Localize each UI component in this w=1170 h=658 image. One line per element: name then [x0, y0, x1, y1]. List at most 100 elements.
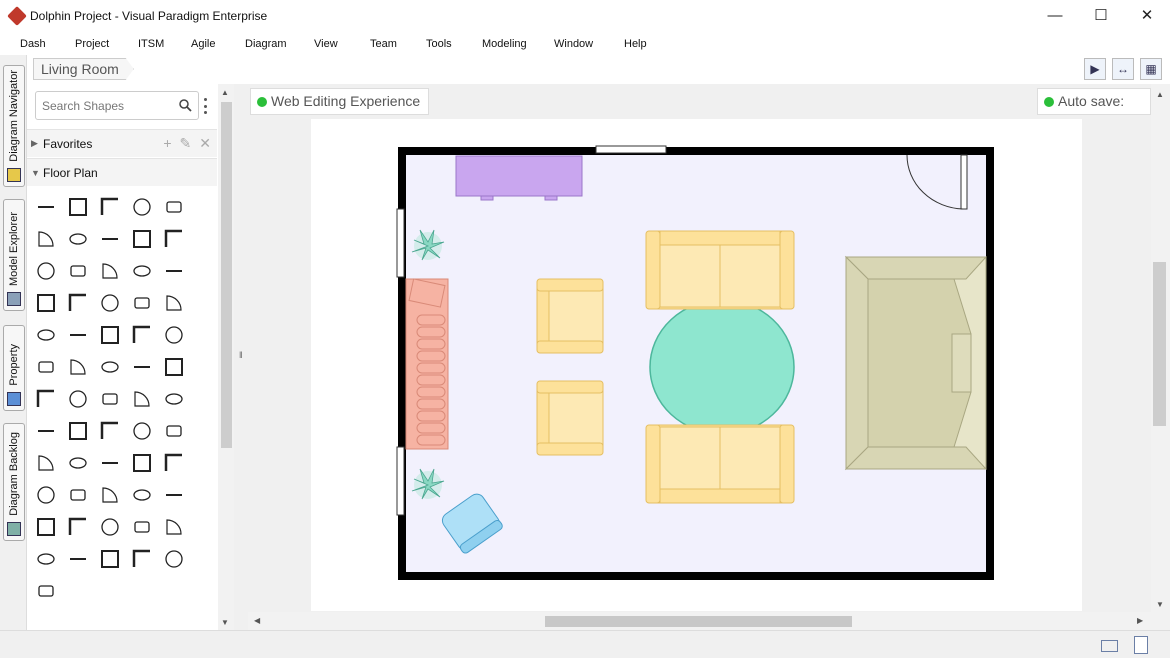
wardrobe-icon[interactable] — [161, 450, 187, 476]
scroll-right-icon[interactable]: ▶ — [1137, 616, 1143, 625]
rect-table-icon[interactable] — [65, 482, 91, 508]
chair-icon[interactable] — [33, 514, 59, 540]
menu-window[interactable]: Window — [554, 38, 593, 50]
edit-icon[interactable]: ✎ — [180, 135, 192, 152]
wall-straight-icon[interactable] — [33, 194, 59, 220]
sink-icon[interactable] — [65, 322, 91, 348]
quarter-door-icon[interactable] — [161, 258, 187, 284]
bidet-icon[interactable] — [97, 482, 123, 508]
tab-model-explorer[interactable]: Model Explorer — [3, 199, 25, 311]
panel-splitter[interactable]: ‖ — [234, 84, 248, 630]
fireplace[interactable] — [844, 255, 988, 471]
menu-tools[interactable]: Tools — [426, 38, 452, 50]
long-oval-table-icon[interactable] — [161, 546, 187, 572]
ellipse-icon[interactable] — [33, 578, 59, 604]
sofa-top[interactable] — [645, 230, 795, 310]
oval-table-chairs-icon[interactable] — [161, 514, 187, 540]
menu-agile[interactable]: Agile — [191, 38, 215, 50]
stove-icon[interactable] — [97, 322, 123, 348]
notes-icon[interactable] — [1134, 636, 1148, 654]
announce-icon[interactable]: ▶ — [1084, 58, 1106, 80]
car-icon[interactable] — [161, 322, 187, 348]
thin-wall-icon[interactable] — [161, 226, 187, 252]
mail-icon[interactable] — [1101, 640, 1118, 652]
menu-view[interactable]: View — [314, 38, 338, 50]
window-icon[interactable] — [129, 226, 155, 252]
armchair-upper[interactable] — [536, 278, 604, 354]
grid-wall-icon[interactable] — [129, 258, 155, 284]
double-sink-icon[interactable] — [129, 450, 155, 476]
wall-corner-tr-icon[interactable] — [129, 194, 155, 220]
bookcase-icon[interactable] — [129, 290, 155, 316]
scroll-down-icon[interactable]: ▼ — [1156, 600, 1164, 609]
wheel-plant-icon[interactable] — [33, 482, 59, 508]
menu-help[interactable]: Help — [624, 38, 647, 50]
dresser-icon[interactable] — [129, 322, 155, 348]
cooktop-icon[interactable] — [129, 418, 155, 444]
tab-property[interactable]: Property — [3, 325, 25, 411]
sliding-door-icon[interactable] — [97, 290, 123, 316]
sofa-left[interactable] — [405, 278, 449, 450]
tab-diagram-backlog[interactable]: Diagram Backlog — [3, 423, 25, 541]
wall-vertical-icon[interactable] — [65, 194, 91, 220]
printer-icon[interactable] — [33, 546, 59, 572]
web-editing-experience-badge[interactable]: Web Editing Experience — [250, 88, 430, 115]
breadcrumb[interactable]: Living Room — [33, 58, 134, 80]
vertical-scroll-thumb[interactable] — [1153, 262, 1166, 426]
add-icon[interactable]: + — [163, 135, 171, 152]
bathtub-icon[interactable] — [161, 418, 187, 444]
line-wall-icon[interactable] — [33, 386, 59, 412]
armchair-icon[interactable] — [65, 418, 91, 444]
menu-project[interactable]: Project — [75, 38, 109, 50]
plant-icon[interactable] — [33, 418, 59, 444]
piano-icon[interactable] — [161, 386, 187, 412]
wall-u-icon[interactable] — [65, 226, 91, 252]
minimize-icon[interactable]: — — [1032, 0, 1078, 30]
horizontal-scroll-thumb[interactable] — [545, 616, 852, 627]
canvas-vertical-scrollbar[interactable]: ▲ ▼ — [1151, 84, 1170, 630]
menu-itsm[interactable]: ITSM — [138, 38, 164, 50]
crossed-box-icon[interactable] — [129, 354, 155, 380]
wall-corner-bl-icon[interactable] — [33, 226, 59, 252]
oval-table-icon[interactable] — [129, 514, 155, 540]
round-table-icon[interactable] — [97, 514, 123, 540]
angled-wall-icon[interactable] — [33, 354, 59, 380]
burner-icon[interactable] — [97, 418, 123, 444]
ceiling-fan-icon[interactable] — [65, 386, 91, 412]
scroll-left-icon[interactable]: ◀ — [254, 616, 260, 625]
round-coffee-table[interactable] — [649, 299, 795, 435]
sink-basin-icon[interactable] — [97, 450, 123, 476]
shower-icon[interactable] — [33, 450, 59, 476]
group-favorites[interactable]: ▶ Favorites + ✎ ✕ — [27, 129, 217, 157]
maximize-icon[interactable]: ☐ — [1078, 0, 1124, 30]
menu-modeling[interactable]: Modeling — [482, 38, 527, 50]
menu-dash[interactable]: Dash — [20, 38, 46, 50]
scroll-down-icon[interactable]: ▼ — [221, 618, 229, 627]
envelope-icon[interactable] — [161, 354, 187, 380]
cabinet-icon[interactable] — [161, 290, 187, 316]
toilet-icon[interactable] — [65, 450, 91, 476]
dotted-wall-icon[interactable] — [65, 258, 91, 284]
counter-icon[interactable] — [33, 322, 59, 348]
square-table-icon[interactable] — [65, 514, 91, 540]
remove-icon[interactable]: ✕ — [199, 135, 211, 152]
scroll-thumb[interactable] — [221, 102, 232, 448]
close-icon[interactable]: ✕ — [1124, 0, 1170, 30]
fit-diagram-icon[interactable]: ↔ — [1112, 58, 1134, 80]
short-wall-icon[interactable] — [33, 258, 59, 284]
auto-save-badge[interactable]: Auto save: On — [1037, 88, 1151, 134]
round-basin-icon[interactable] — [129, 482, 155, 508]
l-desk-icon[interactable] — [65, 354, 91, 380]
diagram-canvas[interactable]: Web Editing Experience Auto save: On — [248, 84, 1151, 630]
search-icon[interactable] — [179, 99, 192, 112]
room-square-icon[interactable] — [97, 226, 123, 252]
bunk-bed-icon[interactable] — [97, 386, 123, 412]
oval-table-4-icon[interactable] — [97, 546, 123, 572]
tv-cabinet[interactable] — [455, 155, 583, 201]
menu-team[interactable]: Team — [370, 38, 397, 50]
lamp-icon[interactable] — [129, 386, 155, 412]
door-icon[interactable] — [33, 290, 59, 316]
group-floor-plan[interactable]: ▼ Floor Plan — [27, 158, 217, 186]
vertical-dotted-wall-icon[interactable] — [97, 258, 123, 284]
wall-corner-tl-icon[interactable] — [97, 194, 123, 220]
